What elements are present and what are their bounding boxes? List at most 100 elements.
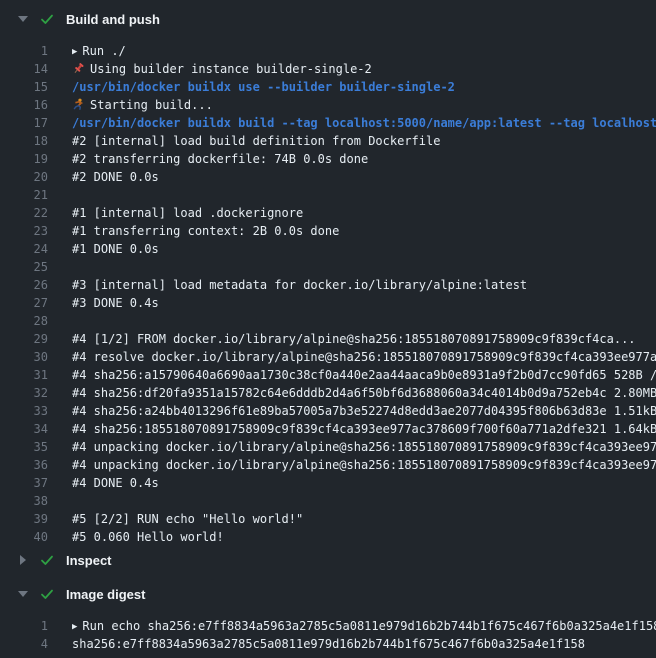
log-line-text: #4 sha256:185518070891758909c9f839cf4ca3… [72, 420, 656, 438]
step-title: Build and push [66, 12, 160, 27]
step-header-inspect[interactable]: Inspect [0, 549, 656, 571]
log-line-number[interactable]: 15 [0, 78, 48, 96]
check-success-icon [39, 552, 55, 568]
log-line: 38 [0, 492, 656, 510]
log-line-number[interactable]: 27 [0, 294, 48, 312]
log-line: 27 #3 DONE 0.4s [0, 294, 656, 312]
pushpin-icon [72, 62, 85, 75]
log-line: 29 #4 [1/2] FROM docker.io/library/alpine… [0, 330, 656, 348]
log-line-number[interactable]: 20 [0, 168, 48, 186]
step-log-build-and-push: 1 ▶Run ./ 14 Using builder instance builder… [0, 42, 656, 546]
log-line: 1▶Run echo sha256:e7ff8834a5963a2785c5a0… [0, 617, 656, 635]
step-build-and-push: Build and push 1 ▶Run ./ 14 Using builder in… [0, 8, 656, 546]
log-line-number[interactable]: 35 [0, 438, 48, 456]
log-line-text: #5 0.060 Hello world! [72, 528, 224, 546]
log-line-text: ▶Run ./ [72, 42, 126, 60]
log-line-number[interactable]: 22 [0, 204, 48, 222]
log-line: 25 [0, 258, 656, 276]
log-line-text: #4 resolve docker.io/library/alpine@sha2… [72, 348, 656, 366]
step-header-build-and-push[interactable]: Build and push [0, 8, 656, 30]
check-success-icon [39, 586, 55, 602]
log-line-number[interactable]: 40 [0, 528, 48, 546]
log-line: 26 #3 [internal] load metadata for docker… [0, 276, 656, 294]
log-line-number[interactable]: 28 [0, 312, 48, 330]
log-line-text: #3 DONE 0.4s [72, 294, 159, 312]
log-line-text: #2 DONE 0.0s [72, 168, 159, 186]
log-line: 17/usr/bin/docker buildx build --tag loc… [0, 114, 656, 132]
log-line-number[interactable]: 34 [0, 420, 48, 438]
log-line: 36#4 unpacking docker.io/library/alpine@… [0, 456, 656, 474]
log-line-number[interactable]: 4 [0, 635, 48, 653]
log-line-text: sha256:e7ff8834a5963a2785c5a0811e979d16b… [72, 635, 585, 653]
log-line-text: #5 [2/2] RUN echo "Hello world!" [72, 510, 303, 528]
chevron-down-icon[interactable] [18, 14, 28, 24]
log-line: 33 #4 sha256:a24bb4013296f61e89ba57005a7b… [0, 402, 656, 420]
log-line-number[interactable]: 24 [0, 240, 48, 258]
log-line: 32#4 sha256:df20fa9351a15782c64e6dddb2d4… [0, 384, 656, 402]
step-header-image-digest[interactable]: Image digest [0, 583, 656, 605]
log-line-number[interactable]: 16 [0, 96, 48, 114]
log-line: 31 #4 sha256:a15790640a6690aa1730c38cf0a4… [0, 366, 656, 384]
log-line-number[interactable]: 30 [0, 348, 48, 366]
log-line-number[interactable]: 37 [0, 474, 48, 492]
log-line: 20 #2 DONE 0.0s [0, 168, 656, 186]
log-line: 22 #1 [internal] load .dockerignore [0, 204, 656, 222]
log-line: 35 #4 unpacking docker.io/library/alpine@… [0, 438, 656, 456]
log-line: 4 sha256:e7ff8834a5963a2785c5a0811e979d16… [0, 635, 656, 653]
step-title: Inspect [66, 553, 112, 568]
log-line-text: #4 [1/2] FROM docker.io/library/alpine@s… [72, 330, 636, 348]
chevron-right-icon[interactable] [18, 555, 28, 565]
log-line-number[interactable]: 23 [0, 222, 48, 240]
log-line: 21 [0, 186, 656, 204]
check-success-icon [39, 11, 55, 27]
log-line-text: #3 [internal] load metadata for docker.i… [72, 276, 527, 294]
log-line-text: Starting build... [72, 96, 213, 114]
log-line: 37#4 DONE 0.4s [0, 474, 656, 492]
log-line: 39 #5 [2/2] RUN echo "Hello world!" [0, 510, 656, 528]
step-image-digest: Image digest1▶Run echo sha256:e7ff8834a5… [0, 583, 656, 653]
log-line-number[interactable]: 33 [0, 402, 48, 420]
log-line-number[interactable]: 32 [0, 384, 48, 402]
log-line: 18 #2 [internal] load build definition fr… [0, 132, 656, 150]
log-line-text: /usr/bin/docker buildx build --tag local… [72, 114, 656, 132]
log-line-text: #2 transferring dockerfile: 74B 0.0s don… [72, 150, 368, 168]
log-line: 30 #4 resolve docker.io/library/alpine@sh… [0, 348, 656, 366]
log-line-number[interactable]: 29 [0, 330, 48, 348]
chevron-down-icon[interactable] [18, 589, 28, 599]
log-line-text: #4 unpacking docker.io/library/alpine@sh… [72, 438, 656, 456]
play-icon: ▶ [72, 43, 77, 60]
log-line-number[interactable]: 25 [0, 258, 48, 276]
log-line-number[interactable]: 31 [0, 366, 48, 384]
log-line: 28 [0, 312, 656, 330]
log-line-number[interactable]: 26 [0, 276, 48, 294]
log-line-number[interactable]: 1 [0, 42, 48, 60]
play-icon: ▶ [72, 618, 77, 635]
log-line: 14 Using builder instance builder-single-… [0, 60, 656, 78]
log-line-number[interactable]: 19 [0, 150, 48, 168]
log-line-number[interactable]: 17 [0, 114, 48, 132]
log-line: 15/usr/bin/docker buildx use --builder b… [0, 78, 656, 96]
log-line-text: #1 transferring context: 2B 0.0s done [72, 222, 339, 240]
log-line-number[interactable]: 21 [0, 186, 48, 204]
log-line: 40 #5 0.060 Hello world! [0, 528, 656, 546]
workflow-log-viewer: Build and push1▶Run ./14Using builder in… [0, 8, 656, 653]
log-line-number[interactable]: 38 [0, 492, 48, 510]
log-line-number[interactable]: 1 [0, 617, 48, 635]
log-line: 23 #1 transferring context: 2B 0.0s done [0, 222, 656, 240]
log-line-text: /usr/bin/docker buildx use --builder bui… [72, 78, 455, 96]
runner-icon [72, 98, 85, 111]
step-title: Image digest [66, 587, 145, 602]
log-line-number[interactable]: 39 [0, 510, 48, 528]
log-line-text: #1 [internal] load .dockerignore [72, 204, 303, 222]
log-line-number[interactable]: 18 [0, 132, 48, 150]
log-line-number[interactable]: 14 [0, 60, 48, 78]
log-line-text: #4 sha256:a15790640a6690aa1730c38cf0a440… [72, 366, 656, 384]
log-line-text: #4 sha256:a24bb4013296f61e89ba57005a7b3e… [72, 402, 656, 420]
log-line: 24 #1 DONE 0.0s [0, 240, 656, 258]
log-line: 1 ▶Run ./ [0, 42, 656, 60]
log-line-text: Using builder instance builder-single-2 [72, 60, 372, 78]
step-log-image-digest: 1▶Run echo sha256:e7ff8834a5963a2785c5a0… [0, 617, 656, 653]
log-line-number[interactable]: 36 [0, 456, 48, 474]
log-line-text: #1 DONE 0.0s [72, 240, 159, 258]
log-line-text: #2 [internal] load build definition from… [72, 132, 440, 150]
